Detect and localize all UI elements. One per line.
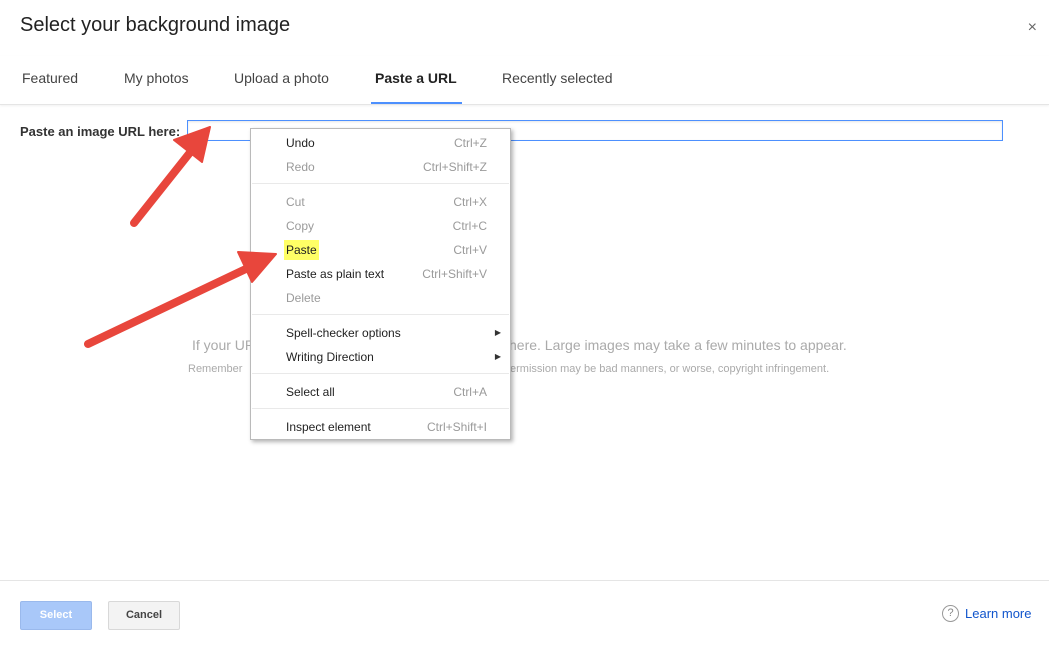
dialog-title: Select your background image — [20, 14, 291, 36]
menu-separator — [252, 314, 509, 315]
annotation-arrow-input — [130, 126, 211, 227]
context-menu: Undo Ctrl+Z Redo Ctrl+Shift+Z Cut Ctrl+X… — [250, 128, 511, 440]
help-text-line2-left: Remember — [188, 363, 243, 375]
menu-item-inspect-element[interactable]: Inspect element Ctrl+Shift+I — [251, 417, 510, 437]
cancel-button[interactable]: Cancel — [108, 601, 180, 630]
menu-item-undo[interactable]: Undo Ctrl+Z — [251, 133, 510, 153]
menu-item-shortcut: Ctrl+Z — [454, 136, 487, 150]
footer-divider — [0, 580, 1049, 581]
menu-item-spell-checker[interactable]: Spell-checker options ▶ — [251, 323, 510, 343]
menu-item-label: Inspect element — [286, 420, 371, 434]
menu-item-copy[interactable]: Copy Ctrl+C — [251, 216, 510, 236]
menu-item-cut[interactable]: Cut Ctrl+X — [251, 192, 510, 212]
learn-more-link[interactable]: Learn more — [965, 606, 1031, 621]
tab-recently-selected[interactable]: Recently selected — [498, 56, 617, 102]
menu-item-shortcut: Ctrl+Shift+I — [426, 420, 487, 434]
help-text-line1-right: here. Large images may take a few minute… — [509, 337, 847, 353]
menu-item-shortcut: Ctrl+C — [452, 219, 487, 233]
menu-item-label: Copy — [286, 219, 315, 233]
tab-featured[interactable]: Featured — [18, 56, 82, 102]
menu-item-label: Select all — [286, 385, 335, 399]
select-button[interactable]: Select — [20, 601, 92, 630]
close-icon[interactable]: × — [1028, 18, 1037, 38]
menu-item-shortcut: Ctrl+Shift+V — [422, 267, 487, 281]
tab-bar: Featured My photos Upload a photo Paste … — [0, 56, 1049, 105]
submenu-arrow-icon: ▶ — [494, 328, 501, 337]
tab-upload-a-photo[interactable]: Upload a photo — [230, 56, 333, 102]
menu-item-label: Cut — [286, 195, 305, 209]
menu-item-redo[interactable]: Redo Ctrl+Shift+Z — [251, 157, 510, 177]
help-text-line2-right: ermission may be bad manners, or worse, … — [510, 363, 830, 375]
annotation-arrow-paste — [84, 251, 277, 348]
question-circle-icon[interactable]: ? — [942, 605, 959, 622]
menu-item-label: Delete — [286, 291, 321, 305]
menu-item-shortcut: Ctrl+A — [453, 385, 487, 399]
menu-item-paste-plain[interactable]: Paste as plain text Ctrl+Shift+V — [251, 264, 510, 284]
submenu-arrow-icon: ▶ — [494, 352, 501, 361]
menu-separator — [252, 373, 509, 374]
menu-item-paste[interactable]: Paste Ctrl+V — [251, 240, 510, 260]
menu-item-shortcut: Ctrl+X — [453, 195, 487, 209]
url-field-label: Paste an image URL here: — [20, 124, 181, 139]
menu-item-label: Spell-checker options — [286, 326, 401, 340]
menu-item-writing-direction[interactable]: Writing Direction ▶ — [251, 347, 510, 367]
menu-item-select-all[interactable]: Select all Ctrl+A — [251, 382, 510, 402]
menu-item-delete[interactable]: Delete — [251, 288, 510, 308]
menu-item-label: Redo — [286, 160, 315, 174]
menu-item-label: Undo — [286, 136, 315, 150]
tab-my-photos[interactable]: My photos — [120, 56, 193, 102]
menu-item-label: Paste — [284, 240, 319, 260]
menu-item-label: Writing Direction — [286, 350, 374, 364]
menu-item-shortcut: Ctrl+V — [453, 243, 487, 257]
tab-paste-a-url[interactable]: Paste a URL — [371, 56, 462, 104]
help-text-line1-left: If your UR — [192, 337, 256, 353]
menu-separator — [252, 183, 509, 184]
menu-item-label: Paste as plain text — [286, 267, 385, 281]
menu-item-shortcut: Ctrl+Shift+Z — [422, 160, 487, 174]
menu-separator — [252, 408, 509, 409]
